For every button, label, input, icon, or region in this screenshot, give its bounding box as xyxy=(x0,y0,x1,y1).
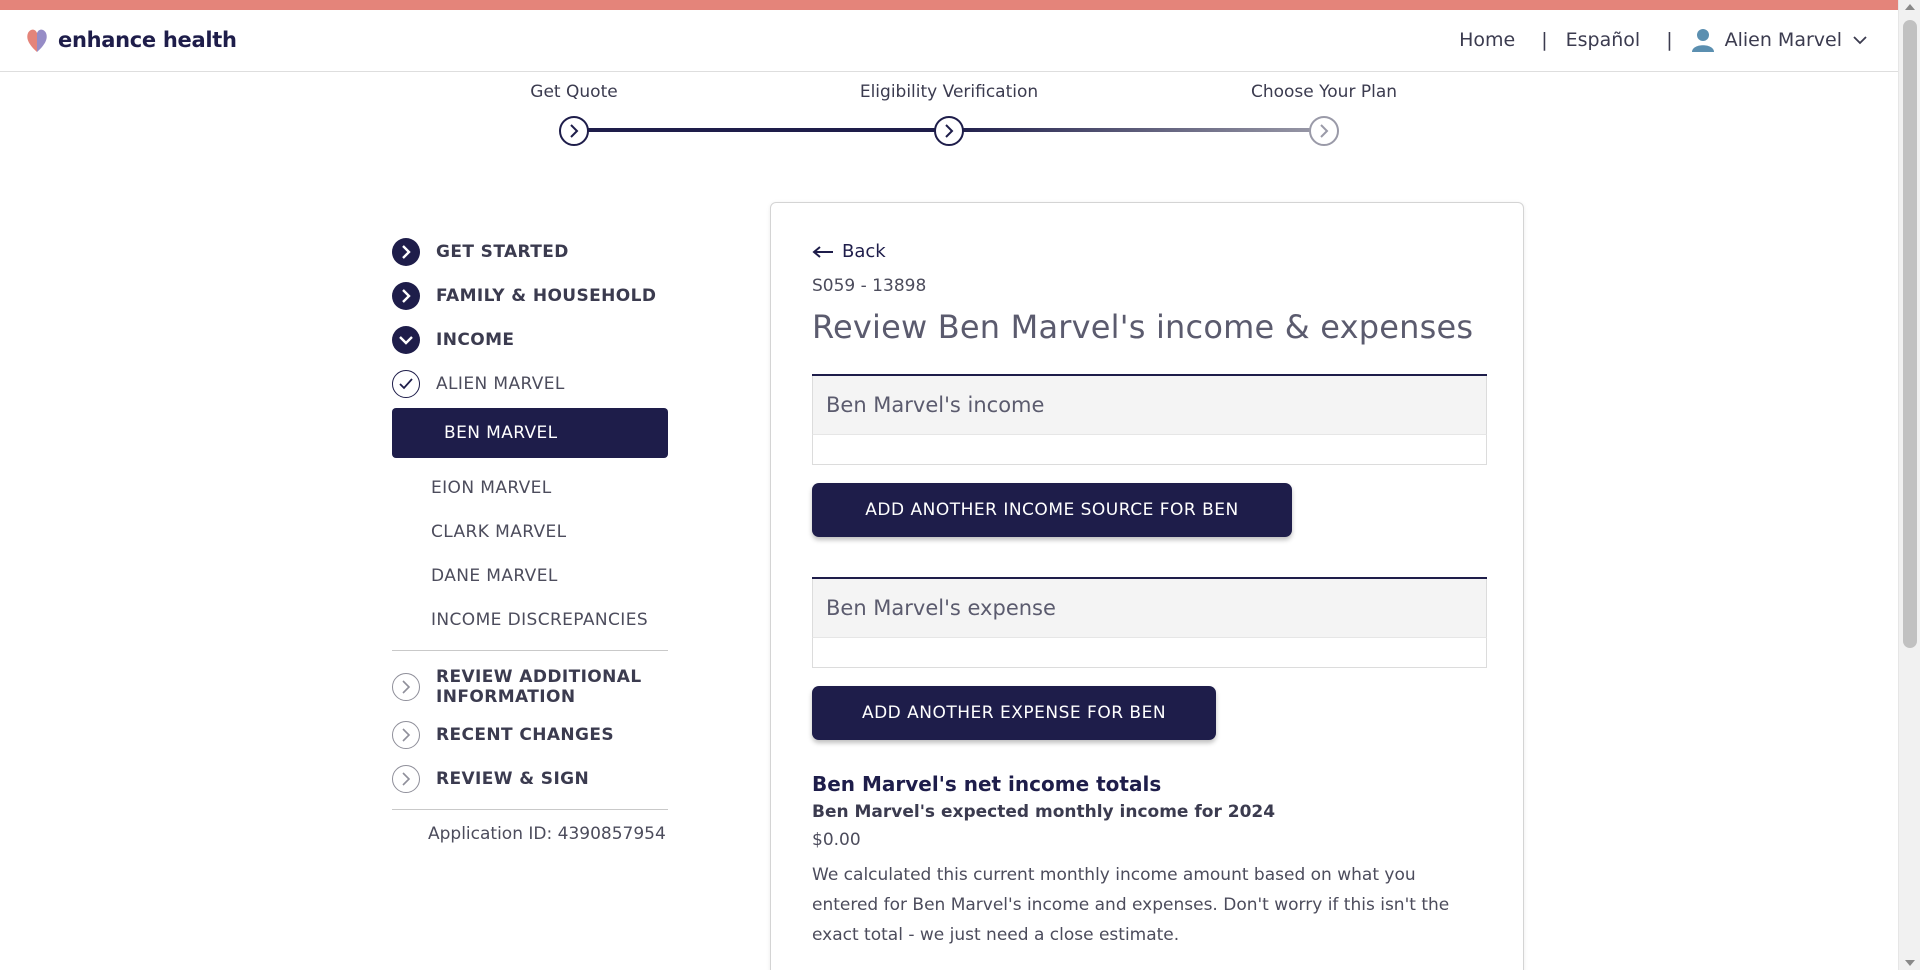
sidebar-item-alien-marvel[interactable]: ALIEN MARVEL xyxy=(392,362,682,406)
sidebar-item-eion-marvel[interactable]: EION MARVEL xyxy=(392,466,682,510)
add-income-source-button[interactable]: ADD ANOTHER INCOME SOURCE FOR BEN xyxy=(812,483,1292,537)
arrow-left-icon xyxy=(812,245,833,258)
sidebar-item-ben-marvel-active[interactable]: BEN MARVEL xyxy=(392,408,668,458)
sidebar-item-review-sign[interactable]: REVIEW & SIGN xyxy=(392,757,682,801)
sidebar-item-income[interactable]: INCOME xyxy=(392,318,682,362)
nav-separator: | xyxy=(1541,29,1548,51)
sidebar-item-review-additional[interactable]: REVIEW ADDITIONAL INFORMATION xyxy=(392,661,682,713)
user-menu[interactable]: Alien Marvel xyxy=(1691,28,1868,52)
chevron-right-icon xyxy=(392,238,420,266)
page-scrollbar[interactable] xyxy=(1898,0,1920,970)
user-icon xyxy=(1691,29,1714,52)
sidebar-item-clark-marvel[interactable]: CLARK MARVEL xyxy=(392,510,682,554)
back-link[interactable]: Back xyxy=(812,241,1487,262)
step-line-upcoming xyxy=(949,128,1324,132)
step-label-eligibility: Eligibility Verification xyxy=(859,82,1039,102)
income-calculation-note: We calculated this current monthly incom… xyxy=(812,865,1450,945)
heart-logo-icon xyxy=(27,29,47,52)
sidebar-item-label: RECENT CHANGES xyxy=(436,725,615,745)
chevron-down-icon xyxy=(392,326,420,354)
chevron-right-icon xyxy=(945,124,954,138)
add-expense-button[interactable]: ADD ANOTHER EXPENSE FOR BEN xyxy=(812,686,1216,740)
sidebar-item-label: FAMILY & HOUSEHOLD xyxy=(436,286,657,306)
expense-section: Ben Marvel's expense xyxy=(812,577,1487,668)
sidebar-item-get-started[interactable]: GET STARTED xyxy=(392,230,682,274)
sidebar-item-dane-marvel[interactable]: DANE MARVEL xyxy=(392,554,682,598)
site-header: enhance health Home | Español | Alien Ma… xyxy=(0,10,1898,72)
step-choose-plan[interactable] xyxy=(1309,116,1339,146)
nav-home-link[interactable]: Home xyxy=(1459,29,1515,51)
net-income-totals-title: Ben Marvel's net income totals xyxy=(812,772,1162,796)
sidebar-item-income-discrepancies[interactable]: INCOME DISCREPANCIES xyxy=(392,598,682,642)
chevron-right-icon xyxy=(392,673,420,701)
step-line-complete xyxy=(574,128,949,132)
expected-monthly-income-label: Ben Marvel's expected monthly income for… xyxy=(812,802,1276,822)
step-label-choose-plan: Choose Your Plan xyxy=(1250,82,1398,102)
income-review-card: Back S059 - 13898 Review Ben Marvel's in… xyxy=(770,202,1524,970)
income-section-body xyxy=(812,434,1487,465)
user-name: Alien Marvel xyxy=(1724,29,1842,51)
sidebar-item-label: ALIEN MARVEL xyxy=(436,374,565,394)
income-section: Ben Marvel's income xyxy=(812,374,1487,465)
sidebar-item-family-household[interactable]: FAMILY & HOUSEHOLD xyxy=(392,274,682,318)
chevron-right-icon xyxy=(392,765,420,793)
chevron-right-icon xyxy=(392,721,420,749)
income-section-title: Ben Marvel's income xyxy=(812,376,1487,434)
case-id: S059 - 13898 xyxy=(812,276,927,296)
chevron-right-icon xyxy=(570,124,579,138)
scrollbar-thumb[interactable] xyxy=(1903,20,1917,648)
nav-separator: | xyxy=(1666,29,1673,51)
progress-stepper: Get Quote Eligibility Verification Choos… xyxy=(0,72,1898,172)
expense-section-body xyxy=(812,637,1487,668)
sidebar-item-label: REVIEW ADDITIONAL INFORMATION xyxy=(436,667,642,707)
logo-text: enhance health xyxy=(58,28,237,52)
scroll-down-arrow-icon[interactable] xyxy=(1905,960,1915,966)
expected-monthly-income-value: $0.00 xyxy=(812,830,861,850)
top-accent-bar xyxy=(0,0,1920,10)
sidebar-item-label: BEN MARVEL xyxy=(444,423,558,443)
sidebar-item-label: GET STARTED xyxy=(436,242,569,262)
chevron-down-icon xyxy=(1853,36,1867,45)
checkmark-icon xyxy=(392,370,420,398)
back-label: Back xyxy=(842,241,886,262)
step-get-quote[interactable] xyxy=(559,116,589,146)
sidebar-divider xyxy=(392,650,668,651)
chevron-right-icon xyxy=(392,282,420,310)
expense-section-title: Ben Marvel's expense xyxy=(812,579,1487,637)
page-title: Review Ben Marvel's income & expenses xyxy=(812,308,1474,346)
scroll-up-arrow-icon[interactable] xyxy=(1905,4,1915,10)
application-id: Application ID: 4390857954 xyxy=(428,824,666,844)
application-sidebar: GET STARTED FAMILY & HOUSEHOLD INCOME AL… xyxy=(392,230,682,844)
sidebar-item-label: REVIEW & SIGN xyxy=(436,769,590,789)
step-label-get-quote: Get Quote xyxy=(530,82,618,102)
sidebar-divider xyxy=(392,809,668,810)
nav-language-link[interactable]: Español xyxy=(1566,29,1641,51)
sidebar-item-label: INCOME xyxy=(436,330,515,350)
top-nav: Home | Español | Alien Marvel xyxy=(1459,28,1868,52)
sidebar-item-recent-changes[interactable]: RECENT CHANGES xyxy=(392,713,682,757)
step-eligibility[interactable] xyxy=(934,116,964,146)
chevron-right-icon xyxy=(1320,124,1329,138)
logo[interactable]: enhance health xyxy=(24,26,237,54)
